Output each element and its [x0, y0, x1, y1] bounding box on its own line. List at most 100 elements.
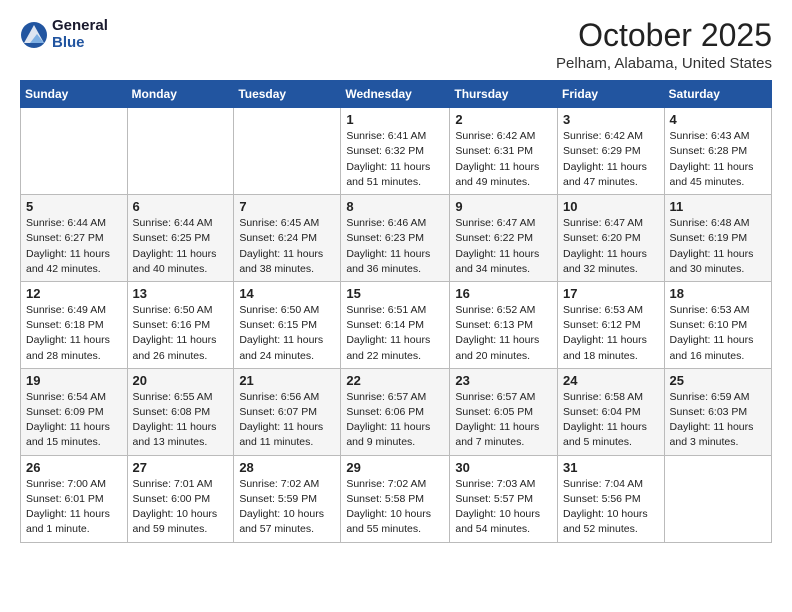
page: General Blue October 2025 Pelham, Alabam… — [0, 0, 792, 561]
day-info: Sunrise: 6:46 AM Sunset: 6:23 PM Dayligh… — [346, 216, 444, 277]
day-info: Sunrise: 6:50 AM Sunset: 6:16 PM Dayligh… — [133, 303, 229, 364]
calendar-cell: 25 Sunrise: 6:59 AM Sunset: 6:03 PM Dayli… — [664, 368, 771, 455]
header-monday: Monday — [127, 81, 234, 108]
calendar-cell: 15 Sunrise: 6:51 AM Sunset: 6:14 PM Dayli… — [341, 281, 450, 368]
logo-general-text: General — [52, 18, 108, 35]
day-number: 27 — [133, 460, 229, 475]
calendar-cell: 29 Sunrise: 7:02 AM Sunset: 5:58 PM Dayli… — [341, 455, 450, 542]
day-info: Sunrise: 6:42 AM Sunset: 6:29 PM Dayligh… — [563, 129, 659, 190]
calendar-cell: 30Sunrise: 7:03 AM Sunset: 5:57 PM Dayli… — [450, 455, 558, 542]
day-number: 11 — [670, 199, 766, 214]
calendar-cell — [21, 108, 128, 195]
day-number: 12 — [26, 286, 122, 301]
day-number: 3 — [563, 112, 659, 127]
day-number: 18 — [670, 286, 766, 301]
day-info: Sunrise: 6:47 AM Sunset: 6:22 PM Dayligh… — [455, 216, 552, 277]
day-number: 28 — [239, 460, 335, 475]
day-info: Sunrise: 6:50 AM Sunset: 6:15 PM Dayligh… — [239, 303, 335, 364]
day-number: 4 — [670, 112, 766, 127]
day-number: 19 — [26, 373, 122, 388]
day-info: Sunrise: 6:49 AM Sunset: 6:18 PM Dayligh… — [26, 303, 122, 364]
day-number: 13 — [133, 286, 229, 301]
day-info: Sunrise: 6:53 AM Sunset: 6:10 PM Dayligh… — [670, 303, 766, 364]
logo-text: General Blue — [52, 18, 108, 51]
day-info: Sunrise: 7:04 AM Sunset: 5:56 PM Dayligh… — [563, 477, 659, 538]
calendar-cell — [234, 108, 341, 195]
day-info: Sunrise: 6:54 AM Sunset: 6:09 PM Dayligh… — [26, 390, 122, 451]
calendar-week-row: 12 Sunrise: 6:49 AM Sunset: 6:18 PM Dayli… — [21, 281, 772, 368]
day-number: 23 — [455, 373, 552, 388]
day-number: 24 — [563, 373, 659, 388]
day-info: Sunrise: 6:57 AM Sunset: 6:06 PM Dayligh… — [346, 390, 444, 451]
day-info: Sunrise: 6:59 AM Sunset: 6:03 PM Dayligh… — [670, 390, 766, 451]
day-info: Sunrise: 7:00 AM Sunset: 6:01 PM Dayligh… — [26, 477, 122, 538]
day-info: Sunrise: 6:51 AM Sunset: 6:14 PM Dayligh… — [346, 303, 444, 364]
calendar-cell: 16 Sunrise: 6:52 AM Sunset: 6:13 PM Dayli… — [450, 281, 558, 368]
calendar-cell: 22 Sunrise: 6:57 AM Sunset: 6:06 PM Dayli… — [341, 368, 450, 455]
day-info: Sunrise: 6:55 AM Sunset: 6:08 PM Dayligh… — [133, 390, 229, 451]
calendar-cell: 9 Sunrise: 6:47 AM Sunset: 6:22 PM Daylig… — [450, 195, 558, 282]
calendar-cell: 8 Sunrise: 6:46 AM Sunset: 6:23 PM Daylig… — [341, 195, 450, 282]
calendar-cell: 10Sunrise: 6:47 AM Sunset: 6:20 PM Dayli… — [558, 195, 665, 282]
calendar-cell: 5Sunrise: 6:44 AM Sunset: 6:27 PM Daylig… — [21, 195, 128, 282]
day-number: 17 — [563, 286, 659, 301]
day-info: Sunrise: 6:45 AM Sunset: 6:24 PM Dayligh… — [239, 216, 335, 277]
header-wednesday: Wednesday — [341, 81, 450, 108]
calendar-cell: 26Sunrise: 7:00 AM Sunset: 6:01 PM Dayli… — [21, 455, 128, 542]
day-number: 30 — [455, 460, 552, 475]
calendar-week-row: 26Sunrise: 7:00 AM Sunset: 6:01 PM Dayli… — [21, 455, 772, 542]
calendar-cell: 20 Sunrise: 6:55 AM Sunset: 6:08 PM Dayli… — [127, 368, 234, 455]
day-info: Sunrise: 6:53 AM Sunset: 6:12 PM Dayligh… — [563, 303, 659, 364]
weekday-header-row: Sunday Monday Tuesday Wednesday Thursday… — [21, 81, 772, 108]
day-number: 20 — [133, 373, 229, 388]
calendar-cell: 6Sunrise: 6:44 AM Sunset: 6:25 PM Daylig… — [127, 195, 234, 282]
calendar-cell — [664, 455, 771, 542]
calendar-cell: 23Sunrise: 6:57 AM Sunset: 6:05 PM Dayli… — [450, 368, 558, 455]
day-number: 22 — [346, 373, 444, 388]
calendar-cell: 18 Sunrise: 6:53 AM Sunset: 6:10 PM Dayli… — [664, 281, 771, 368]
day-number: 25 — [670, 373, 766, 388]
calendar-cell: 12 Sunrise: 6:49 AM Sunset: 6:18 PM Dayli… — [21, 281, 128, 368]
calendar-cell: 28 Sunrise: 7:02 AM Sunset: 5:59 PM Dayli… — [234, 455, 341, 542]
day-number: 9 — [455, 199, 552, 214]
day-number: 2 — [455, 112, 552, 127]
logo-blue-text: Blue — [52, 35, 108, 52]
calendar-week-row: 19 Sunrise: 6:54 AM Sunset: 6:09 PM Dayli… — [21, 368, 772, 455]
calendar-cell: 1 Sunrise: 6:41 AM Sunset: 6:32 PM Daylig… — [341, 108, 450, 195]
header-sunday: Sunday — [21, 81, 128, 108]
day-info: Sunrise: 6:58 AM Sunset: 6:04 PM Dayligh… — [563, 390, 659, 451]
calendar-cell: 21Sunrise: 6:56 AM Sunset: 6:07 PM Dayli… — [234, 368, 341, 455]
location: Pelham, Alabama, United States — [556, 55, 772, 72]
day-info: Sunrise: 6:52 AM Sunset: 6:13 PM Dayligh… — [455, 303, 552, 364]
calendar-cell — [127, 108, 234, 195]
day-number: 1 — [346, 112, 444, 127]
calendar-cell: 4 Sunrise: 6:43 AM Sunset: 6:28 PM Daylig… — [664, 108, 771, 195]
day-info: Sunrise: 6:47 AM Sunset: 6:20 PM Dayligh… — [563, 216, 659, 277]
calendar-cell: 17 Sunrise: 6:53 AM Sunset: 6:12 PM Dayli… — [558, 281, 665, 368]
day-number: 29 — [346, 460, 444, 475]
day-info: Sunrise: 7:02 AM Sunset: 5:59 PM Dayligh… — [239, 477, 335, 538]
day-info: Sunrise: 6:56 AM Sunset: 6:07 PM Dayligh… — [239, 390, 335, 451]
calendar-cell: 24 Sunrise: 6:58 AM Sunset: 6:04 PM Dayli… — [558, 368, 665, 455]
title-block: October 2025 Pelham, Alabama, United Sta… — [556, 18, 772, 72]
day-info: Sunrise: 6:42 AM Sunset: 6:31 PM Dayligh… — [455, 129, 552, 190]
day-number: 16 — [455, 286, 552, 301]
day-info: Sunrise: 6:48 AM Sunset: 6:19 PM Dayligh… — [670, 216, 766, 277]
calendar-cell: 11 Sunrise: 6:48 AM Sunset: 6:19 PM Dayli… — [664, 195, 771, 282]
header-thursday: Thursday — [450, 81, 558, 108]
day-info: Sunrise: 6:43 AM Sunset: 6:28 PM Dayligh… — [670, 129, 766, 190]
day-number: 15 — [346, 286, 444, 301]
day-info: Sunrise: 7:02 AM Sunset: 5:58 PM Dayligh… — [346, 477, 444, 538]
calendar-cell: 31 Sunrise: 7:04 AM Sunset: 5:56 PM Dayli… — [558, 455, 665, 542]
logo-icon — [20, 21, 48, 49]
calendar-cell: 14 Sunrise: 6:50 AM Sunset: 6:15 PM Dayli… — [234, 281, 341, 368]
day-number: 6 — [133, 199, 229, 214]
day-number: 31 — [563, 460, 659, 475]
day-number: 14 — [239, 286, 335, 301]
logo: General Blue — [20, 18, 108, 51]
day-info: Sunrise: 6:41 AM Sunset: 6:32 PM Dayligh… — [346, 129, 444, 190]
day-number: 8 — [346, 199, 444, 214]
calendar-week-row: 1 Sunrise: 6:41 AM Sunset: 6:32 PM Daylig… — [21, 108, 772, 195]
header-saturday: Saturday — [664, 81, 771, 108]
calendar-cell: 27Sunrise: 7:01 AM Sunset: 6:00 PM Dayli… — [127, 455, 234, 542]
